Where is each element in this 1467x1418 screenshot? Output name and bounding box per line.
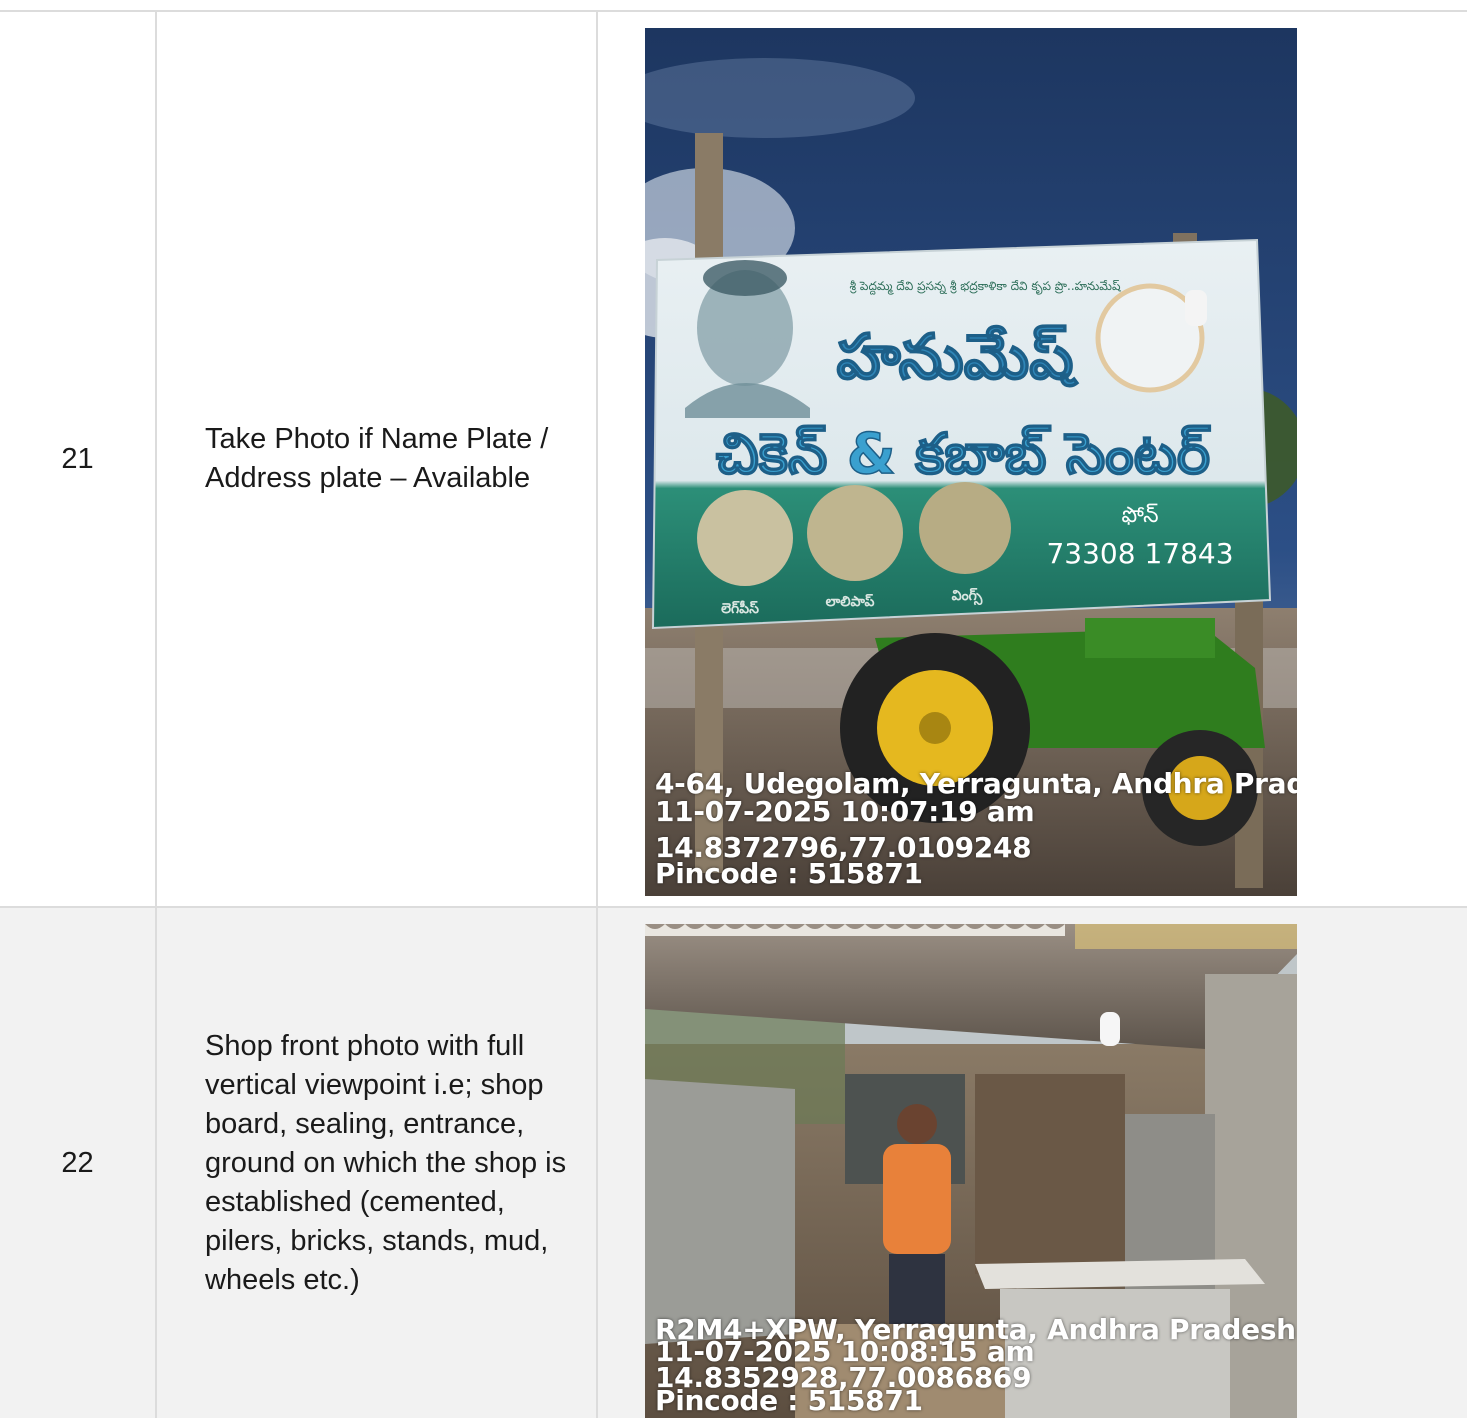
row-description: Take Photo if Name Plate / Address plate… [205, 423, 549, 494]
table-row: 21 Take Photo if Name Plate / Address pl… [0, 12, 1467, 908]
column-divider [596, 908, 598, 1418]
sign-shop-type: చికెన్ & కబాబ్ సెంటర్ [716, 422, 1211, 487]
photo-datetime: 11-07-2025 10:07:19 am [655, 795, 1035, 828]
sign-shop-name: హనుమేష్ [837, 320, 1080, 393]
sign-phone-number: 73308 17843 [1046, 537, 1233, 570]
name-plate-photo: శ్రీ పెద్దమ్మ దేవి ప్రసన్న శ్రీ భద్రకాళి… [645, 28, 1297, 896]
column-divider [155, 908, 157, 1418]
name-plate-photo-image: శ్రీ పెద్దమ్మ దేవి ప్రసన్న శ్రీ భద్రకాళి… [645, 28, 1297, 896]
photo-pincode: Pincode : 515871 [655, 857, 923, 890]
row-number: 21 [61, 442, 94, 475]
column-divider [596, 12, 598, 906]
row-number: 22 [61, 1146, 94, 1179]
photo-address: 4-64, Udegolam, Yerragunta, Andhra Prade… [655, 767, 1297, 800]
sign-item-label: వింగ్స్ [952, 587, 983, 606]
sign-blessing-text: శ్రీ పెద్దమ్మ దేవి ప్రసన్న శ్రీ భద్రకాళి… [849, 279, 1122, 295]
sign-phone-label: ఫోన్ [1121, 503, 1158, 528]
sign-item-label: లెగ్‌పీస్ [721, 600, 759, 617]
sign-item-label: లాలిపాప్ [826, 593, 875, 610]
data-table: 21 Take Photo if Name Plate / Address pl… [0, 10, 1467, 1418]
table-row: 22 Shop front photo with full vertical v… [0, 908, 1467, 1418]
photo-pincode: Pincode : 515871 [655, 1384, 923, 1417]
column-divider [155, 12, 157, 906]
shop-front-photo: R2M4+XPW, Yerragunta, Andhra Pradesh 51 … [645, 924, 1297, 1418]
row-description: Shop front photo with full vertical view… [205, 1029, 567, 1296]
